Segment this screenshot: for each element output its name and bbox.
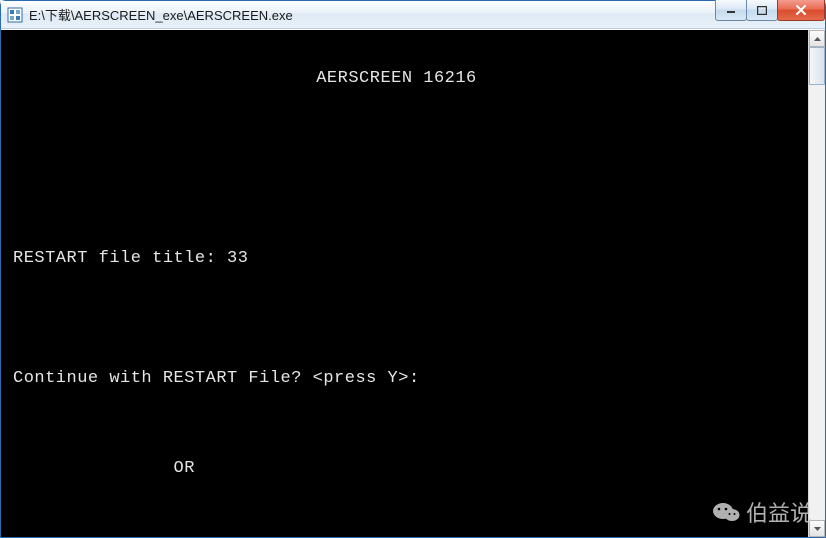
window-controls <box>716 0 825 22</box>
minimize-button[interactable] <box>715 0 747 21</box>
console-output[interactable]: AERSCREEN 16216 RESTART file title: 33 C… <box>1 30 808 537</box>
app-icon <box>7 7 23 23</box>
close-button[interactable] <box>777 0 825 21</box>
client-area: AERSCREEN 16216 RESTART file title: 33 C… <box>1 29 825 537</box>
titlebar[interactable]: E:\下载\AERSCREEN_exe\AERSCREEN.exe <box>1 1 825 29</box>
scroll-track[interactable] <box>809 47 825 520</box>
window-title: E:\下载\AERSCREEN_exe\AERSCREEN.exe <box>29 5 823 24</box>
scroll-up-button[interactable] <box>809 30 825 47</box>
scroll-thumb[interactable] <box>809 47 825 85</box>
console-window: E:\下载\AERSCREEN_exe\AERSCREEN.exe AERSCR… <box>0 0 826 538</box>
scroll-down-button[interactable] <box>809 520 825 537</box>
restart-title-line: RESTART file title: 33 <box>13 244 808 274</box>
or-line: OR <box>13 454 808 484</box>
maximize-button[interactable] <box>746 0 778 21</box>
console-header: AERSCREEN 16216 <box>13 64 808 94</box>
continue-prompt-line: Continue with RESTART File? <press Y>: <box>13 364 808 394</box>
vertical-scrollbar[interactable] <box>808 30 825 537</box>
